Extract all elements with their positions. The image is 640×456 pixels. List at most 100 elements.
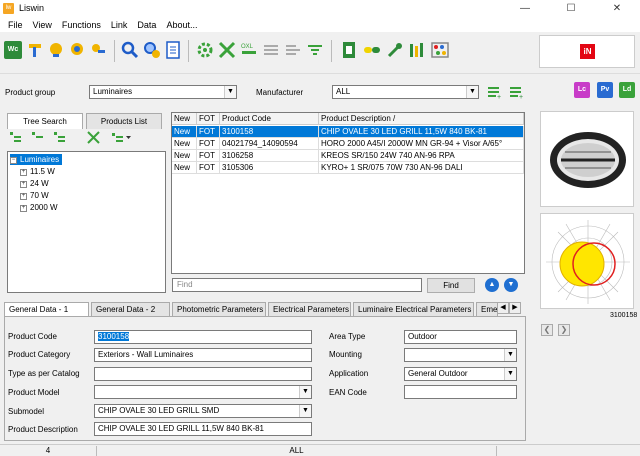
menu-functions[interactable]: Functions bbox=[57, 20, 106, 30]
tab-scroll-left-icon[interactable]: ◀ bbox=[497, 302, 509, 314]
tree-node[interactable]: +24 W bbox=[20, 178, 49, 189]
minimize-button[interactable]: — bbox=[502, 0, 548, 17]
tab-general-data-1[interactable]: General Data - 1 bbox=[4, 302, 89, 316]
document-icon[interactable] bbox=[164, 41, 182, 59]
table-row[interactable]: New FOT 3105306 KYRO+ 1 SR/075 70W 730 A… bbox=[172, 162, 524, 174]
pv-button[interactable]: Pv bbox=[597, 82, 613, 98]
submodel-select[interactable]: CHIP OVALE 30 LED GRILL SMD ▼ bbox=[94, 404, 312, 418]
find-down-icon[interactable]: ▼ bbox=[504, 278, 518, 292]
column-header-new[interactable]: New bbox=[172, 113, 197, 125]
oxl-icon[interactable]: OXL bbox=[240, 41, 258, 59]
expand-tree-icon[interactable] bbox=[9, 131, 22, 144]
menu-about[interactable]: About... bbox=[161, 20, 202, 30]
tree-level-icon[interactable] bbox=[53, 131, 66, 144]
column-header-fot[interactable]: FOT bbox=[197, 113, 220, 125]
wrench-icon[interactable] bbox=[386, 41, 404, 59]
collapse-icon[interactable]: − bbox=[10, 157, 17, 164]
type-catalog-field[interactable] bbox=[94, 367, 312, 381]
wc-icon[interactable]: Wc bbox=[4, 41, 22, 59]
tab-luminaire-electrical-parameters[interactable]: Luminaire Electrical Parameters bbox=[353, 302, 474, 316]
find-up-icon[interactable]: ▲ bbox=[485, 278, 499, 292]
ean-code-field[interactable] bbox=[404, 385, 517, 399]
cell-product-description: KYRO+ 1 SR/075 70W 730 AN-96 DALI bbox=[319, 162, 524, 174]
tools-set-icon[interactable] bbox=[408, 41, 426, 59]
table-row[interactable]: New FOT 04021794_14090594 HORO 2000 A45/… bbox=[172, 138, 524, 150]
product-group-select[interactable]: Luminaires ▼ bbox=[89, 85, 237, 99]
lamp-alt-icon[interactable] bbox=[68, 41, 86, 59]
tree-node[interactable]: +11.5 W bbox=[20, 166, 55, 177]
product-description-field[interactable]: CHIP OVALE 30 LED GRILL 11,5W 840 BK-81 bbox=[94, 422, 312, 436]
grid-header: New FOT Product Code Product Description… bbox=[172, 113, 524, 125]
table-row[interactable]: New FOT 3106258 KREOS SR/150 24W 740 AN-… bbox=[172, 150, 524, 162]
menu-file[interactable]: File bbox=[3, 20, 28, 30]
area-type-field[interactable]: Outdoor bbox=[404, 330, 517, 344]
tab-scroll-right-icon[interactable]: ▶ bbox=[509, 302, 521, 314]
product-category-field[interactable]: Exteriors - Wall Luminaires bbox=[94, 348, 312, 362]
close-button[interactable]: ✕ bbox=[594, 0, 640, 17]
expand-icon[interactable]: + bbox=[20, 205, 27, 212]
search-lamp-icon[interactable] bbox=[143, 41, 161, 59]
expand-icon[interactable]: + bbox=[20, 169, 27, 176]
window-controls: — ☐ ✕ bbox=[502, 0, 640, 17]
crossed-tools-icon[interactable] bbox=[218, 41, 236, 59]
product-code-field[interactable]: 3100158 bbox=[94, 330, 312, 344]
application-select[interactable]: General Outdoor ▼ bbox=[404, 367, 517, 381]
cell-product-description: CHIP OVALE 30 LED GRILL 11,5W 840 BK-81 bbox=[319, 126, 524, 138]
search-icon[interactable] bbox=[121, 41, 139, 59]
lamp-icon[interactable] bbox=[47, 41, 65, 59]
tree-link-icon[interactable] bbox=[87, 131, 100, 144]
product-description-label: Product Description bbox=[8, 425, 78, 434]
column-header-product-description[interactable]: Product Description / bbox=[319, 113, 524, 125]
maximize-button[interactable]: ☐ bbox=[548, 0, 594, 17]
add-filter-icon[interactable]: + bbox=[487, 84, 503, 101]
tree-menu-icon[interactable] bbox=[111, 131, 133, 144]
ld-button[interactable]: Ld bbox=[619, 82, 635, 98]
tree-node[interactable]: +2000 W bbox=[20, 202, 58, 213]
abacus-icon[interactable] bbox=[431, 41, 449, 59]
expand-icon[interactable]: + bbox=[20, 193, 27, 200]
preview-code: 3100158 bbox=[610, 312, 638, 319]
chevron-down-icon: ▼ bbox=[504, 368, 516, 380]
menu-data[interactable]: Data bbox=[132, 20, 161, 30]
tab-emergency[interactable]: Emerge bbox=[476, 302, 498, 316]
sort-icon: / bbox=[393, 114, 396, 123]
cell-product-code: 3105306 bbox=[220, 162, 319, 174]
collapse-tree-icon[interactable] bbox=[31, 131, 44, 144]
brand-logo: iN bbox=[580, 44, 595, 59]
mounting-select[interactable]: ▼ bbox=[404, 348, 517, 362]
column-header-product-code[interactable]: Product Code bbox=[220, 113, 319, 125]
lc-button[interactable]: Lc bbox=[574, 82, 590, 98]
menu-view[interactable]: View bbox=[28, 20, 57, 30]
tree-node[interactable]: +70 W bbox=[20, 190, 49, 201]
export-document-icon[interactable] bbox=[340, 41, 358, 59]
tools-yellow-icon[interactable] bbox=[26, 41, 44, 59]
manufacturer-select[interactable]: ALL ▼ bbox=[332, 85, 479, 99]
previous-button[interactable]: ❮ bbox=[541, 324, 553, 336]
find-input[interactable]: Find bbox=[172, 278, 422, 292]
expand-icon[interactable]: + bbox=[20, 181, 27, 188]
tab-photometric-parameters[interactable]: Photometric Parameters bbox=[172, 302, 266, 316]
product-model-select[interactable]: ▼ bbox=[94, 385, 312, 399]
menu-link[interactable]: Link bbox=[106, 20, 133, 30]
key-icon[interactable] bbox=[90, 41, 108, 59]
next-button[interactable]: ❯ bbox=[558, 324, 570, 336]
list-grey-alt-icon[interactable] bbox=[284, 41, 302, 59]
chevron-down-icon: ▼ bbox=[466, 86, 478, 98]
tab-electrical-parameters[interactable]: Electrical Parameters bbox=[268, 302, 351, 316]
tree-node-root[interactable]: − Luminaires bbox=[10, 154, 63, 165]
gear-green-icon[interactable] bbox=[196, 41, 214, 59]
list-grey-icon[interactable] bbox=[262, 41, 280, 59]
link-icon[interactable] bbox=[363, 41, 381, 59]
toolbar-separator bbox=[188, 40, 189, 62]
chevron-down-icon: ▼ bbox=[224, 86, 236, 98]
tab-products-list[interactable]: Products List bbox=[86, 113, 162, 129]
table-row[interactable]: New FOT 3100158 CHIP OVALE 30 LED GRILL … bbox=[172, 126, 524, 138]
tab-general-data-2[interactable]: General Data - 2 bbox=[91, 302, 170, 316]
remove-filter-icon[interactable]: + bbox=[509, 84, 525, 101]
cell-fot: FOT bbox=[197, 162, 220, 174]
chevron-down-icon: ▼ bbox=[299, 405, 311, 417]
chevron-down-icon: ▼ bbox=[504, 349, 516, 361]
tab-tree-search[interactable]: Tree Search bbox=[7, 113, 83, 129]
filter-list-icon[interactable] bbox=[306, 41, 324, 59]
find-button[interactable]: Find bbox=[427, 278, 475, 293]
